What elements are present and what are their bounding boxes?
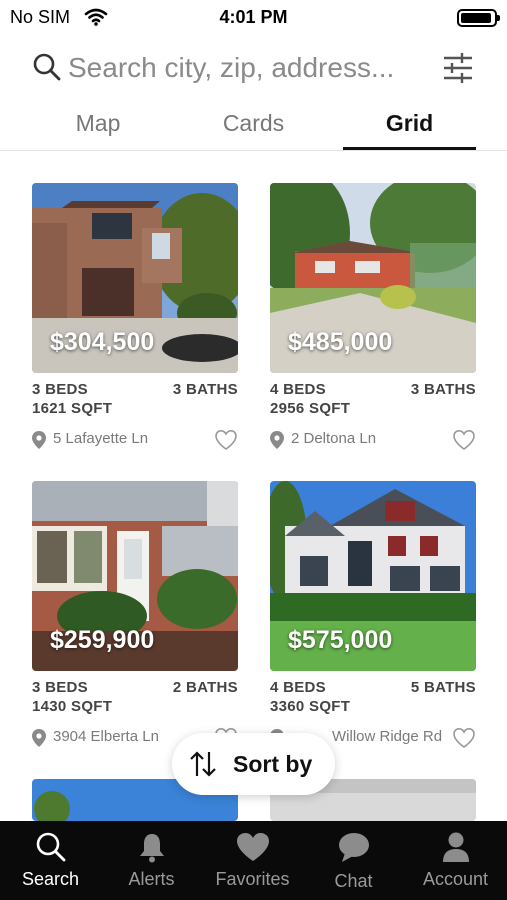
tab-grid[interactable]: Grid [343, 110, 476, 150]
search-input[interactable] [68, 48, 428, 88]
nav-account[interactable]: Account [405, 821, 506, 900]
listing-beds: 4 BEDS [270, 679, 326, 696]
listing-specs: 3 BEDS 2 BATHS 1430 SQFT [32, 679, 238, 719]
listing-sqft: 1621 SQFT [32, 400, 113, 417]
listing-card[interactable]: $575,000 4 BEDS 5 BATHS 3360 SQFT Willow… [270, 481, 476, 753]
listing-address-row: 5 Lafayette Ln [32, 429, 238, 455]
nav-search[interactable]: Search [0, 821, 101, 900]
search-bar [0, 40, 507, 96]
nav-alerts[interactable]: Alerts [101, 821, 202, 900]
listing-photo[interactable]: $485,000 [270, 183, 476, 373]
bottom-tab-bar: Search Alerts Favorites Chat Account [0, 821, 507, 900]
tab-map[interactable]: Map [48, 110, 148, 150]
filter-sliders-icon[interactable] [440, 50, 476, 86]
nav-favorites[interactable]: Favorites [202, 821, 303, 900]
view-tabs: Map Cards Grid [0, 100, 507, 151]
listing-address: 2 Deltona Ln [291, 430, 377, 447]
tab-cards[interactable]: Cards [200, 110, 307, 150]
listing-photo[interactable]: $304,500 [32, 183, 238, 373]
nav-chat[interactable]: Chat [303, 821, 404, 900]
sort-arrows-icon [190, 751, 216, 777]
listing-address: Willow Ridge Rd [332, 728, 443, 745]
search-icon [36, 832, 65, 862]
listing-card[interactable]: $485,000 4 BEDS 3 BATHS 2956 SQFT 2 Delt… [270, 183, 476, 455]
listing-sqft: 2956 SQFT [270, 400, 351, 417]
sort-by-button[interactable]: Sort by [172, 733, 335, 795]
listing-specs: 3 BEDS 3 BATHS 1621 SQFT [32, 381, 238, 421]
nav-favorites-label: Favorites [215, 869, 290, 889]
battery-icon [457, 9, 500, 27]
sort-by-label: Sort by [233, 751, 313, 777]
listing-beds: 3 BEDS [32, 381, 88, 398]
listing-sqft: 1430 SQFT [32, 698, 113, 715]
search-icon [33, 53, 61, 81]
listing-baths: 3 BATHS [172, 381, 238, 398]
nav-chat-label: Chat [334, 871, 373, 891]
listing-price: $259,900 [50, 626, 155, 654]
listing-baths: 5 BATHS [410, 679, 476, 696]
nav-account-label: Account [422, 869, 489, 889]
active-tab-indicator [343, 147, 476, 150]
status-bar: No SIM 4:01 PM [0, 0, 507, 34]
listing-sqft: 3360 SQFT [270, 698, 351, 715]
favorite-heart-icon[interactable] [214, 429, 238, 451]
location-pin-icon [32, 729, 46, 747]
listing-specs: 4 BEDS 5 BATHS 3360 SQFT [270, 679, 476, 719]
bell-icon [139, 834, 164, 863]
listing-price: $304,500 [50, 328, 155, 356]
listing-card[interactable]: $304,500 3 BEDS 3 BATHS 1621 SQFT 5 Lafa… [32, 183, 238, 455]
listing-photo[interactable]: $575,000 [270, 481, 476, 671]
listing-address-row: 2 Deltona Ln [270, 429, 476, 455]
listing-beds: 3 BEDS [32, 679, 88, 696]
person-icon [442, 832, 469, 862]
favorite-heart-icon[interactable] [452, 429, 476, 451]
chat-bubble-icon [338, 833, 369, 862]
listing-baths: 2 BATHS [172, 679, 238, 696]
location-pin-icon [270, 431, 284, 449]
listing-address: 3904 Elberta Ln [53, 728, 159, 745]
nav-alerts-label: Alerts [128, 869, 175, 889]
listing-price: $485,000 [288, 328, 393, 356]
nav-search-label: Search [21, 869, 80, 889]
status-time: 4:01 PM [219, 7, 288, 27]
listing-beds: 4 BEDS [270, 381, 326, 398]
listing-price: $575,000 [288, 626, 393, 654]
heart-icon [236, 833, 269, 861]
listing-specs: 4 BEDS 3 BATHS 2956 SQFT [270, 381, 476, 421]
favorite-heart-icon[interactable] [452, 727, 476, 749]
listing-photo[interactable]: $259,900 [32, 481, 238, 671]
listing-card[interactable]: $259,900 3 BEDS 2 BATHS 1430 SQFT 3904 E… [32, 481, 238, 753]
listing-baths: 3 BATHS [410, 381, 476, 398]
listing-address: 5 Lafayette Ln [53, 430, 149, 447]
location-pin-icon [32, 431, 46, 449]
